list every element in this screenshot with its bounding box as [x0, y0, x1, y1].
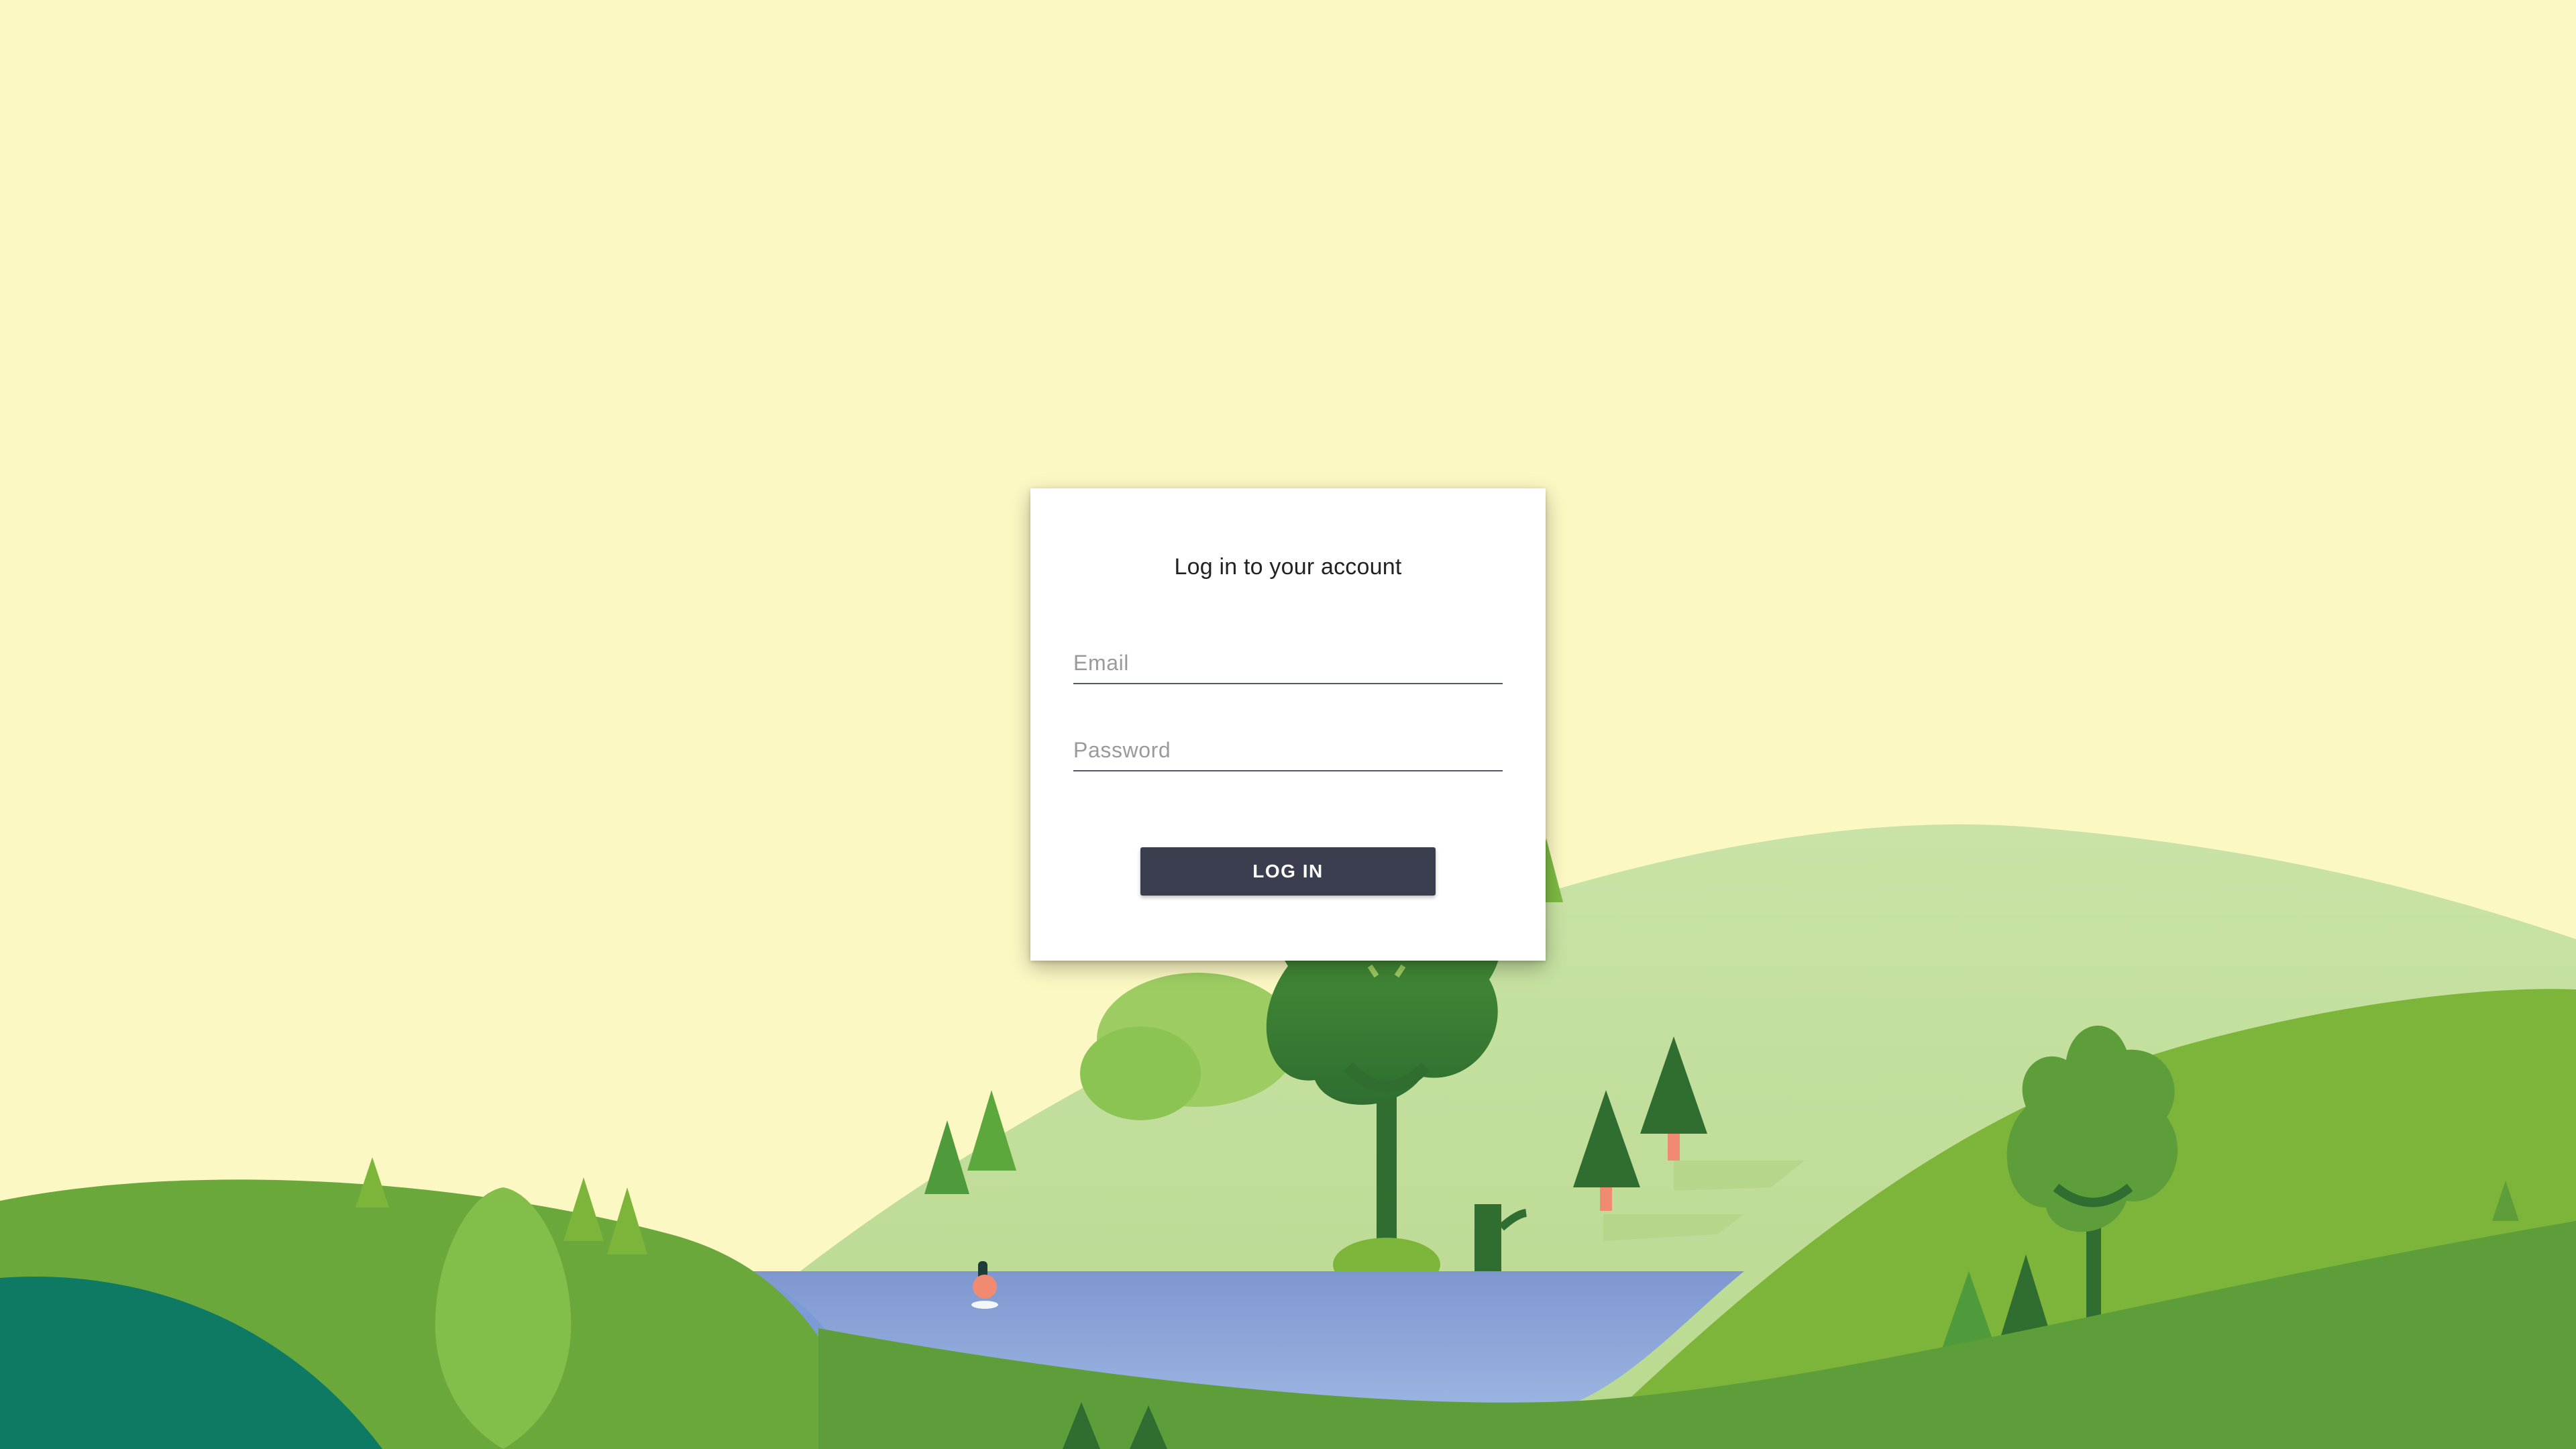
login-card: Log in to your account LOG IN — [1030, 488, 1546, 961]
login-title: Log in to your account — [1174, 554, 1402, 580]
email-input[interactable] — [1073, 631, 1503, 684]
login-button[interactable]: LOG IN — [1140, 847, 1436, 896]
login-page: Log in to your account LOG IN — [0, 0, 2576, 1449]
email-field-wrapper — [1073, 631, 1503, 684]
password-field-wrapper — [1073, 718, 1503, 771]
password-input[interactable] — [1073, 718, 1503, 771]
